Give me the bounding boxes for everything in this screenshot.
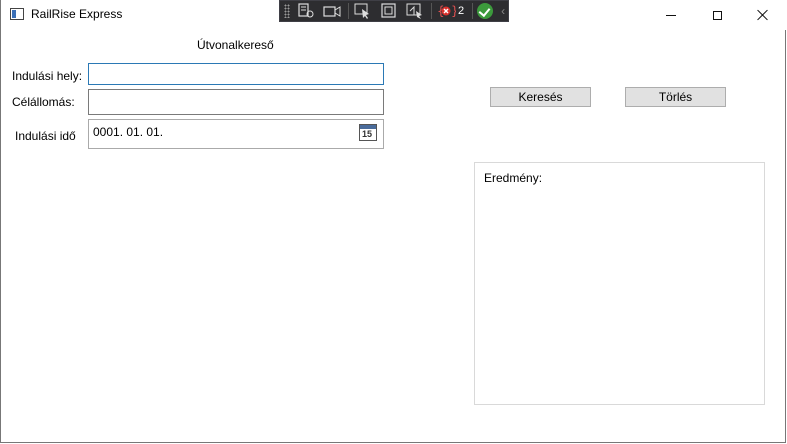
live-visual-tree-icon[interactable] xyxy=(296,2,316,20)
page-title: Útvonalkereső xyxy=(197,38,274,52)
close-button[interactable] xyxy=(740,0,786,30)
result-label: Eredmény: xyxy=(484,171,543,185)
track-focus-icon[interactable] xyxy=(405,2,425,20)
departure-input[interactable] xyxy=(88,63,384,85)
destination-label: Célállomás: xyxy=(12,95,75,109)
title-bar[interactable]: RailRise Express {2 ‹ xyxy=(1,0,787,30)
svg-text:}: } xyxy=(451,4,456,18)
toolbar-separator xyxy=(431,3,432,19)
calendar-day-number: 15 xyxy=(362,129,373,139)
departure-date-picker[interactable]: 0001. 01. 01. 15 xyxy=(88,119,384,149)
camera-icon[interactable] xyxy=(322,2,342,20)
minimize-icon xyxy=(666,14,676,16)
close-icon xyxy=(757,9,769,21)
toolbar-grip-icon[interactable] xyxy=(284,4,290,18)
display-layout-adorners-icon[interactable] xyxy=(379,2,399,20)
departure-label: Indulási hely: xyxy=(12,69,83,83)
clear-button[interactable]: Törlés xyxy=(625,87,726,107)
hot-reload-ok-icon[interactable] xyxy=(477,3,494,19)
calendar-icon[interactable]: 15 xyxy=(359,124,377,141)
select-element-icon[interactable] xyxy=(353,2,373,20)
result-panel: Eredmény: xyxy=(474,162,765,405)
window-title: RailRise Express xyxy=(31,7,123,21)
maximize-icon xyxy=(712,10,722,20)
xaml-debug-toolbar: { } 2 ‹ xyxy=(279,0,509,22)
toolbar-separator xyxy=(348,3,349,19)
destination-input[interactable] xyxy=(88,89,384,115)
departure-time-label: Indulási idő xyxy=(15,129,76,143)
binding-failures-count: 2 xyxy=(458,5,465,17)
minimize-button[interactable] xyxy=(648,0,694,30)
collapse-toolbar-icon[interactable]: ‹ xyxy=(501,4,505,18)
app-window: RailRise Express {2 ‹ Útvonalkereső Ind… xyxy=(0,0,787,443)
date-value[interactable]: 0001. 01. 01. xyxy=(93,125,163,139)
maximize-button[interactable] xyxy=(694,0,740,30)
toolbar-separator xyxy=(472,3,474,19)
binding-failures-icon[interactable]: { } xyxy=(436,2,459,20)
app-window-icon xyxy=(10,8,24,20)
search-button[interactable]: Keresés xyxy=(490,87,591,107)
